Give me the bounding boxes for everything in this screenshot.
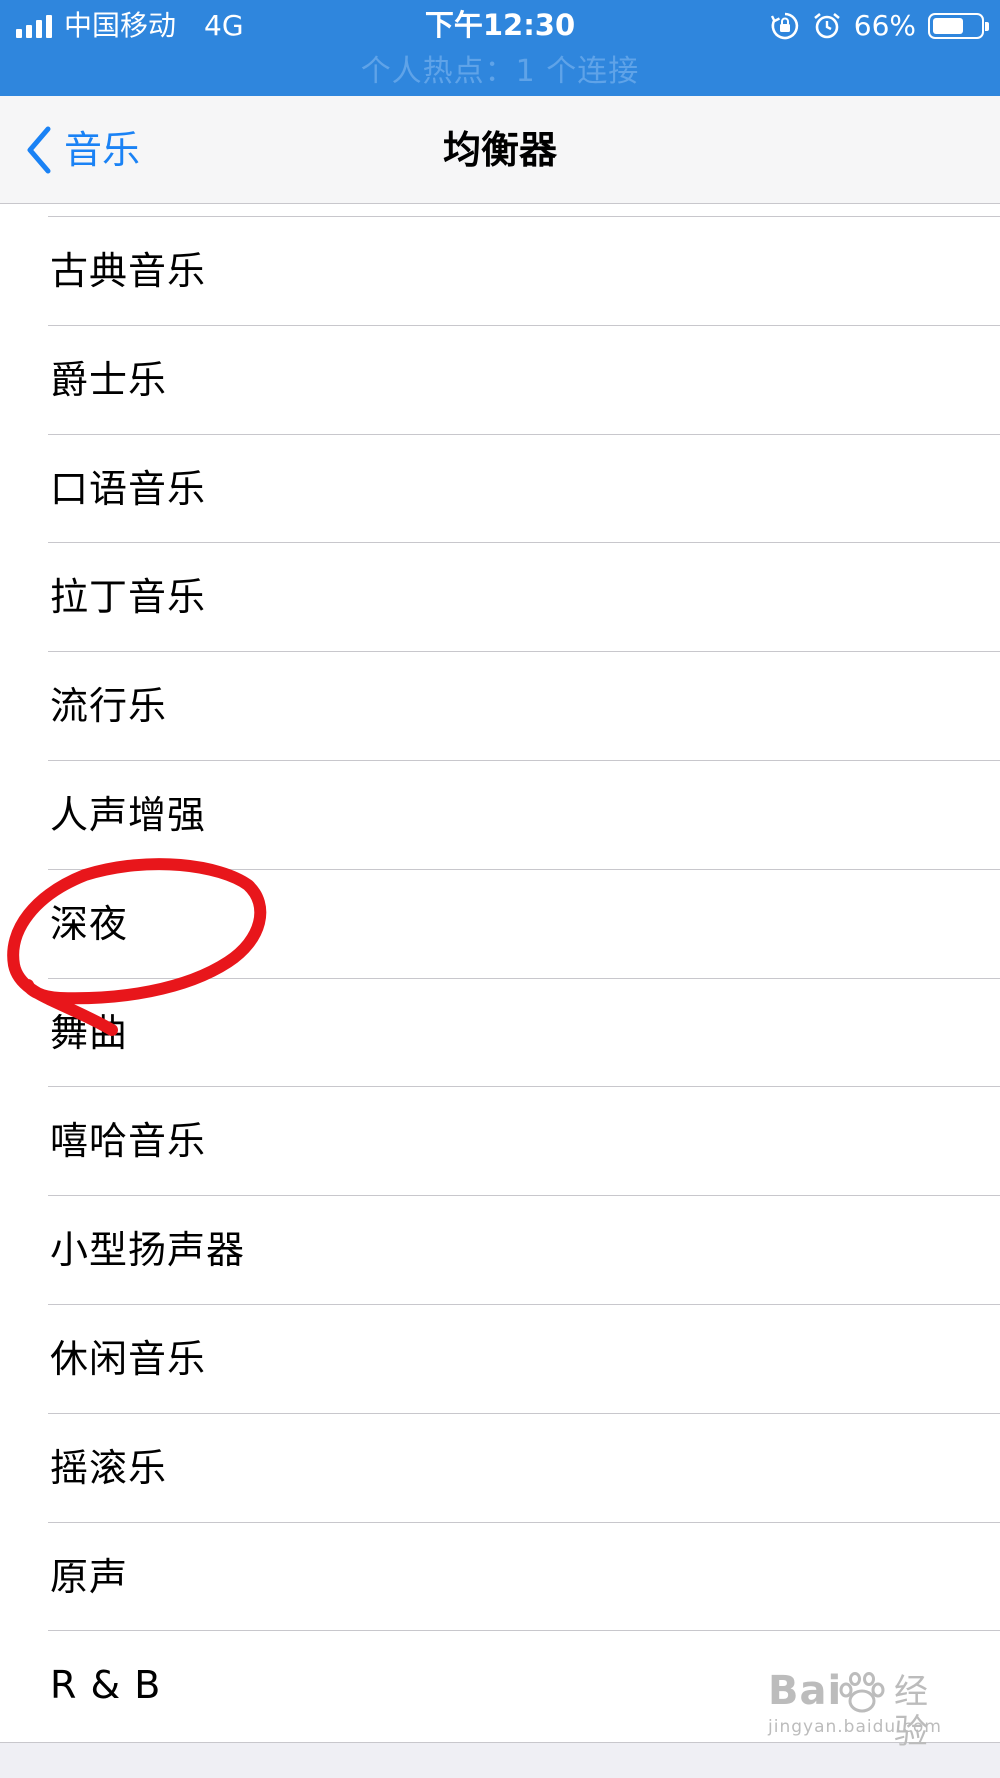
equalizer-option[interactable]: 深夜: [0, 870, 1000, 979]
watermark-brand: Bai: [768, 1668, 843, 1714]
equalizer-rows: 古典音乐爵士乐口语音乐拉丁音乐流行乐人声增强深夜舞曲嘻哈音乐小型扬声器休闲音乐摇…: [0, 217, 1000, 1740]
baidu-watermark: Bai 经验 jingyan.baidu.com: [768, 1668, 958, 1752]
equalizer-option[interactable]: 小型扬声器: [0, 1196, 1000, 1305]
equalizer-option-label: 休闲音乐: [50, 1336, 207, 1381]
paw-logo-icon: [839, 1672, 885, 1713]
equalizer-option-label: 摇滚乐: [50, 1445, 168, 1490]
equalizer-option[interactable]: 嘻哈音乐: [0, 1087, 1000, 1197]
equalizer-option-label: 舞曲: [50, 1010, 129, 1055]
equalizer-option-label: 流行乐: [50, 684, 168, 729]
equalizer-option-label: 人声增强: [50, 792, 207, 837]
equalizer-option[interactable]: 古典音乐: [0, 217, 1000, 326]
watermark-url: jingyan.baidu.com: [768, 1717, 942, 1737]
equalizer-option[interactable]: 舞曲: [0, 979, 1000, 1088]
equalizer-option-label: 小型扬声器: [50, 1228, 246, 1273]
equalizer-option[interactable]: 人声增强: [0, 761, 1000, 870]
equalizer-option[interactable]: 摇滚乐: [0, 1414, 1000, 1523]
equalizer-option[interactable]: 口语音乐: [0, 435, 1000, 544]
equalizer-option-label: 原声: [50, 1554, 129, 1599]
equalizer-option[interactable]: 休闲音乐: [0, 1305, 1000, 1414]
page-title: 均衡器: [442, 128, 557, 172]
equalizer-option-label: 古典音乐: [50, 249, 207, 293]
equalizer-option-label: 嘻哈音乐: [50, 1119, 207, 1164]
status-bar: 中国移动 4G 下午12:30 66% 个人热点：1 个连接: [0, 0, 1000, 96]
equalizer-option-label: 拉丁音乐: [50, 575, 207, 620]
watermark-brand-cn: 经验: [894, 1672, 928, 1752]
equalizer-option[interactable]: 流行乐: [0, 652, 1000, 761]
equalizer-option-label: R & B: [50, 1663, 162, 1708]
battery-level-fill: [933, 18, 964, 34]
hotspot-banner[interactable]: 个人热点：1 个连接: [0, 52, 1000, 92]
equalizer-option-label: 口语音乐: [50, 466, 207, 511]
orientation-lock-icon: [770, 12, 798, 40]
equalizer-option[interactable]: 原声: [0, 1523, 1000, 1632]
equalizer-option[interactable]: 拉丁音乐: [0, 543, 1000, 653]
battery-icon: [928, 13, 989, 39]
status-right: 66%: [770, 8, 989, 44]
equalizer-option-label: 深夜: [50, 901, 129, 946]
equalizer-option-label: 爵士乐: [50, 357, 168, 402]
list-footer: [0, 1742, 1000, 1778]
battery-percent: 66%: [853, 9, 916, 42]
alarm-icon: [813, 12, 840, 39]
equalizer-option[interactable]: 爵士乐: [0, 326, 1000, 435]
navigation-bar: 音乐 均衡器: [0, 96, 1000, 204]
